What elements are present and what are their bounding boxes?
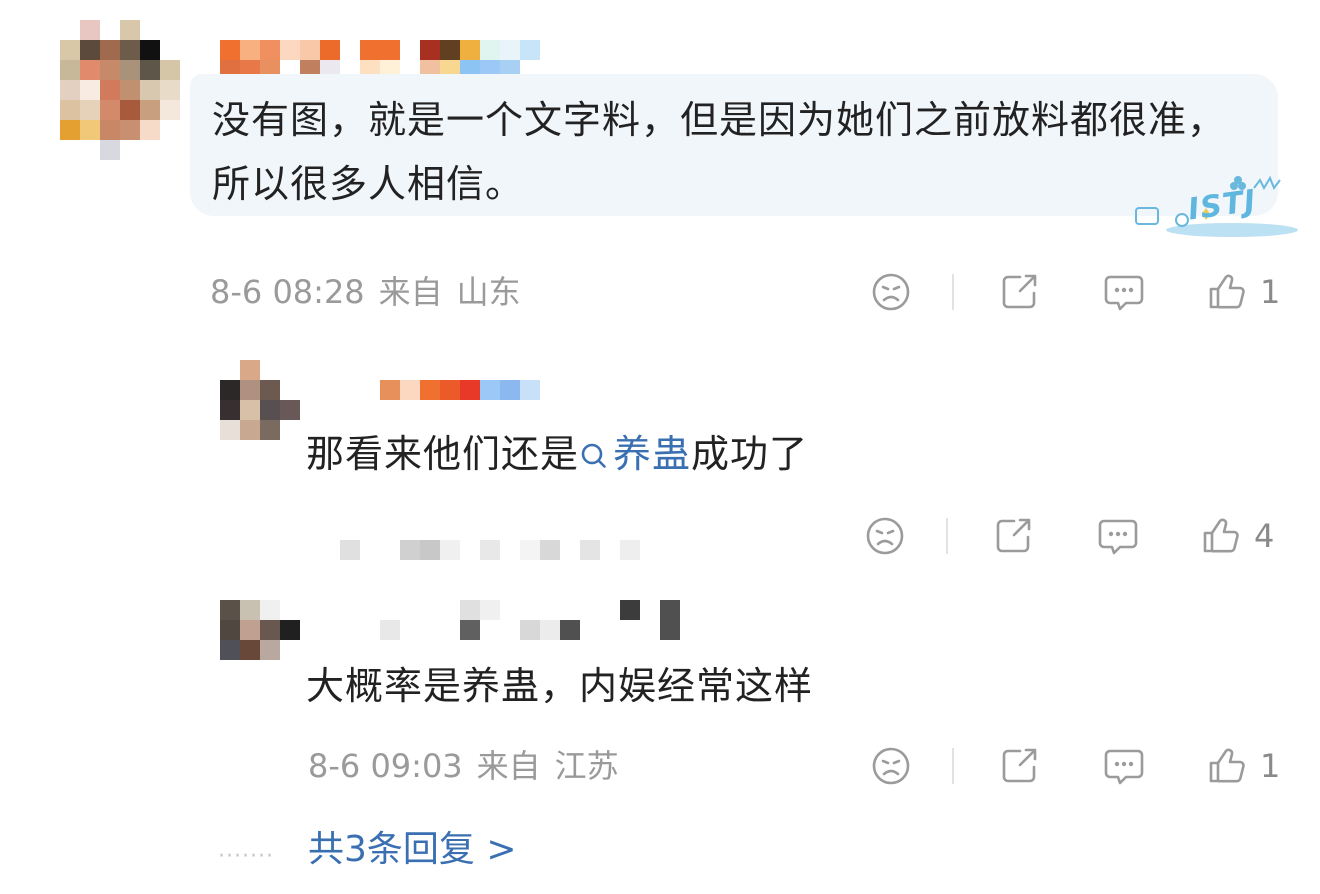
like-button[interactable]: 4 bbox=[1200, 515, 1274, 557]
dislike-button[interactable] bbox=[870, 745, 912, 787]
share-icon bbox=[1002, 748, 1037, 783]
like-button[interactable]: 1 bbox=[1206, 745, 1280, 787]
reply-text: 那看来他们还是 养蛊成功了 bbox=[306, 432, 809, 476]
like-count: 4 bbox=[1254, 517, 1275, 555]
dots-separator: ······· bbox=[218, 844, 274, 869]
share-button[interactable] bbox=[998, 271, 1040, 313]
like-count: 1 bbox=[1260, 273, 1281, 311]
comment-icon bbox=[1104, 749, 1144, 785]
divider bbox=[952, 274, 954, 310]
dislike-button[interactable] bbox=[870, 271, 912, 313]
dislike-icon bbox=[872, 273, 910, 311]
comment-icon bbox=[1104, 275, 1144, 311]
reply-text: 大概率是养蛊，内娱经常这样 bbox=[306, 664, 814, 708]
reply-meta-obscured bbox=[340, 540, 660, 560]
reply-actions: 1 bbox=[870, 744, 1280, 788]
comment-button[interactable] bbox=[1102, 271, 1146, 313]
comment-icon bbox=[1098, 519, 1138, 555]
avatar[interactable] bbox=[60, 20, 180, 160]
dislike-button[interactable] bbox=[864, 515, 906, 557]
comment-actions: 1 bbox=[870, 270, 1280, 314]
username[interactable] bbox=[320, 600, 680, 640]
username[interactable] bbox=[380, 380, 560, 400]
like-button[interactable]: 1 bbox=[1206, 271, 1280, 313]
avatar[interactable] bbox=[220, 600, 300, 660]
from-label: 来自 bbox=[476, 747, 541, 785]
topic-link[interactable]: 养蛊 bbox=[579, 432, 691, 476]
share-button[interactable] bbox=[992, 515, 1034, 557]
reply-meta: 8-6 09:03 来自 江苏 bbox=[308, 746, 633, 786]
like-icon bbox=[1209, 748, 1245, 783]
like-icon bbox=[1209, 274, 1245, 309]
reply-actions: 4 bbox=[864, 514, 1274, 558]
search-icon bbox=[581, 443, 606, 468]
divider bbox=[946, 518, 948, 554]
personality-badge: ISTJ bbox=[1132, 174, 1302, 240]
reply-date: 8-6 09:03 bbox=[308, 747, 463, 785]
like-count: 1 bbox=[1260, 747, 1281, 785]
more-replies-link[interactable]: 共3条回复 > bbox=[308, 828, 517, 872]
share-icon bbox=[996, 518, 1031, 553]
comment-text: 没有图，就是一个文字料，但是因为她们之前放料都很准，所以很多人相信。 bbox=[212, 98, 1227, 206]
comment-meta: 8-6 08:28 来自 山东 bbox=[210, 272, 535, 312]
comment-button[interactable] bbox=[1096, 515, 1140, 557]
reply-location: 江苏 bbox=[554, 747, 619, 785]
share-icon bbox=[1002, 274, 1037, 309]
comment-button[interactable] bbox=[1102, 745, 1146, 787]
avatar[interactable] bbox=[220, 360, 300, 440]
dislike-icon bbox=[866, 517, 904, 555]
dislike-icon bbox=[872, 747, 910, 785]
from-label: 来自 bbox=[378, 273, 443, 311]
share-button[interactable] bbox=[998, 745, 1040, 787]
like-icon bbox=[1203, 518, 1239, 553]
comment-date: 8-6 08:28 bbox=[210, 273, 365, 311]
comment-location: 山东 bbox=[456, 273, 521, 311]
divider bbox=[952, 748, 954, 784]
